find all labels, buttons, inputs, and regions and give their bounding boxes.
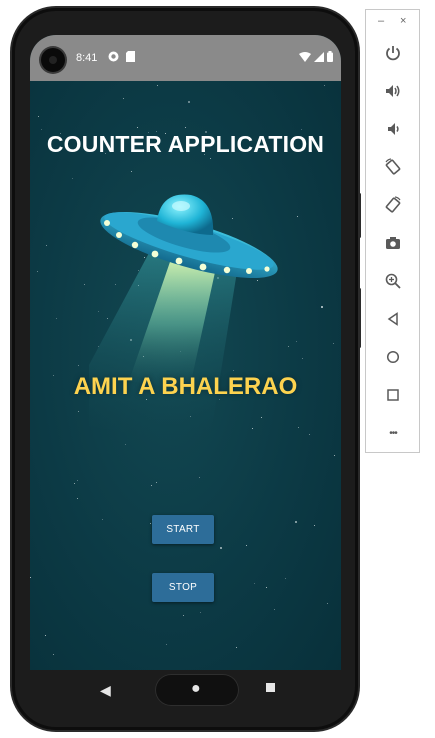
volume-down-button[interactable] <box>380 116 406 142</box>
star <box>295 521 297 523</box>
status-bar: 8:41 <box>30 35 341 81</box>
overview-button[interactable] <box>380 382 406 408</box>
star <box>131 171 132 172</box>
star <box>77 480 78 481</box>
star <box>309 434 310 435</box>
star <box>77 498 78 499</box>
star <box>200 612 201 613</box>
star <box>236 647 237 648</box>
rotate-right-button[interactable] <box>380 192 406 218</box>
star <box>220 547 222 549</box>
nav-back-icon[interactable]: ◀ <box>100 682 111 699</box>
app-title: COUNTER APPLICATION <box>46 131 325 157</box>
start-button[interactable]: START <box>152 515 214 544</box>
star <box>324 85 325 86</box>
battery-icon <box>327 51 333 62</box>
star <box>157 85 158 86</box>
star <box>302 358 303 359</box>
overview-icon <box>387 389 399 401</box>
rotate-left-button[interactable] <box>380 154 406 180</box>
star <box>53 654 54 655</box>
ufo-illustration <box>89 194 278 446</box>
star <box>123 98 124 99</box>
minimize-button[interactable]: – <box>378 15 384 27</box>
star <box>274 609 275 610</box>
star <box>151 485 152 486</box>
app-notification-icon <box>108 51 119 62</box>
status-time: 8:41 <box>76 52 98 64</box>
star <box>188 101 190 103</box>
front-camera <box>41 48 65 72</box>
phone-screen: 8:41 COUNTER APPLICATION AMIT A BHALERAO… <box>30 35 341 677</box>
star <box>84 284 85 285</box>
star <box>30 577 31 578</box>
power-button[interactable] <box>380 40 406 66</box>
star <box>314 525 315 526</box>
star <box>321 306 323 308</box>
star <box>296 341 297 342</box>
star <box>166 644 167 645</box>
zoom-icon <box>385 273 401 289</box>
power-key <box>358 288 361 348</box>
star <box>45 635 46 636</box>
rotate-right-icon <box>385 196 401 213</box>
volume-down-icon <box>388 123 399 135</box>
home-button[interactable] <box>380 344 406 370</box>
navigation-bar: ◀ ● <box>30 670 341 710</box>
stop-button[interactable]: STOP <box>152 573 214 602</box>
close-button[interactable]: × <box>400 15 406 27</box>
nav-recents-icon[interactable] <box>266 683 275 692</box>
sim-card-icon <box>126 51 136 62</box>
star <box>185 127 186 128</box>
star <box>72 178 73 179</box>
star <box>301 129 302 130</box>
star <box>210 158 211 159</box>
screenshot-icon <box>386 237 400 249</box>
star <box>41 129 42 130</box>
screenshot-button[interactable] <box>380 230 406 256</box>
cell-signal-icon <box>314 51 324 62</box>
star <box>266 587 267 588</box>
star <box>199 477 200 478</box>
star <box>183 615 184 616</box>
back-button[interactable] <box>380 306 406 332</box>
emulator-toolbar: – × ••• <box>365 9 420 453</box>
star <box>102 519 103 520</box>
star <box>297 216 298 217</box>
power-icon <box>386 46 400 61</box>
volume-up-button[interactable] <box>380 78 406 104</box>
star <box>156 482 157 483</box>
zoom-button[interactable] <box>380 268 406 294</box>
star <box>137 127 138 128</box>
star <box>285 578 286 579</box>
back-icon <box>387 312 398 326</box>
star <box>254 583 255 584</box>
star <box>333 343 334 344</box>
volume-rocker <box>358 193 361 238</box>
star <box>38 116 39 117</box>
developer-name: AMIT A BHALERAO <box>73 373 298 400</box>
star <box>150 523 151 524</box>
nav-home-icon[interactable]: ● <box>191 680 201 698</box>
star <box>78 365 79 366</box>
toolbar-window-controls: – × <box>366 15 419 29</box>
status-right-icons <box>299 51 333 62</box>
home-icon <box>386 350 400 364</box>
star <box>334 455 335 456</box>
star <box>74 483 75 484</box>
star <box>37 271 38 272</box>
star <box>327 603 328 604</box>
star <box>246 545 247 546</box>
rotate-left-icon <box>385 158 401 175</box>
wifi-icon <box>299 51 311 62</box>
star <box>56 318 57 319</box>
star <box>78 411 79 412</box>
volume-up-icon <box>386 85 400 97</box>
status-left-icons <box>108 51 136 64</box>
star <box>298 427 299 428</box>
more-icon[interactable]: ••• <box>380 420 406 446</box>
star <box>46 245 47 246</box>
